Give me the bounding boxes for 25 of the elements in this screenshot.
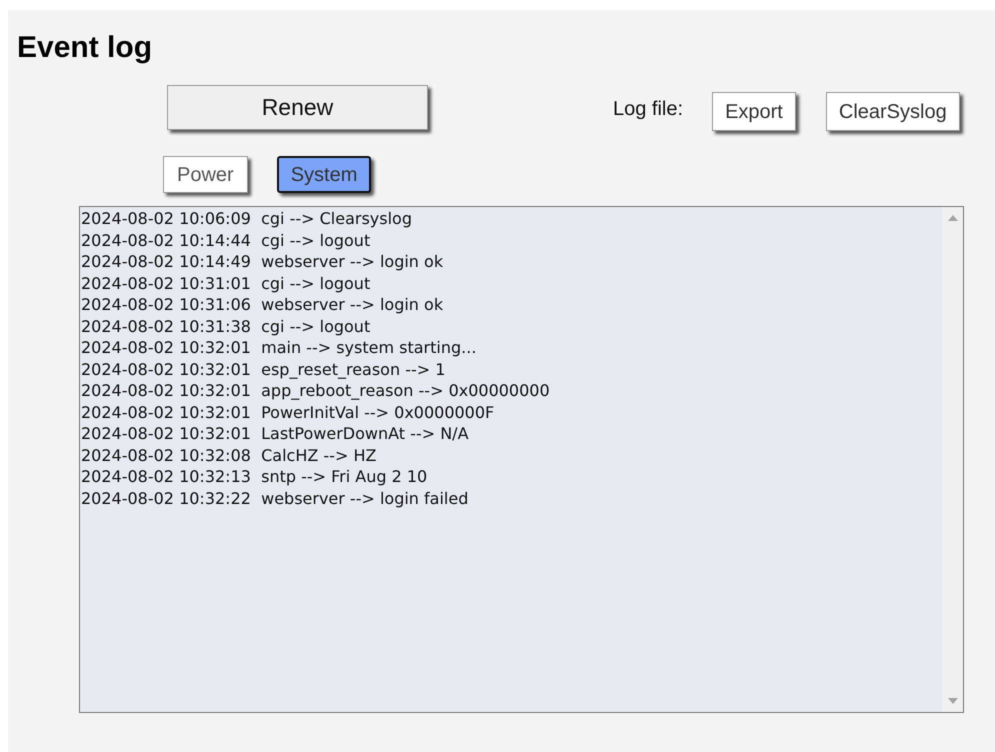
log-line: 2024-08-02 10:32:01 LastPowerDownAt --> N/A <box>81 423 469 444</box>
log-line: 2024-08-02 10:32:22 webserver --> login failed <box>81 488 468 509</box>
scrollbar[interactable] <box>942 207 963 712</box>
renew-button[interactable]: Renew <box>167 85 428 130</box>
log-line: 2024-08-02 10:14:44 cgi --> logout <box>81 230 370 251</box>
log-file-label: Log file: <box>613 96 684 122</box>
log-line: 2024-08-02 10:31:01 cgi --> logout <box>81 272 370 294</box>
log-line: 2024-08-02 10:14:49 webserver --> login ok <box>81 251 444 272</box>
log-line: 2024-08-02 10:32:01 main --> system starting... <box>81 337 476 358</box>
log-line: 2024-08-02 10:32:13 sntp --> Fri Aug 2 10 <box>81 466 428 488</box>
log-line: 2024-08-02 10:32:01 app_reboot_reason --> 0x00000000 <box>81 380 550 402</box>
log-line: 2024-08-02 10:32:01 PowerInitVal --> 0x0000000F <box>81 402 494 423</box>
page-title: Event log <box>17 30 152 66</box>
log-tab[interactable]: System <box>276 156 372 193</box>
scroll-down-icon[interactable] <box>948 698 958 704</box>
log-tab[interactable]: Power <box>163 156 248 193</box>
log-line: 2024-08-02 10:31:06 webserver --> login ok <box>81 294 444 316</box>
log-file-button[interactable]: Export <box>712 92 796 131</box>
log-line: 2024-08-02 10:32:08 CalcHZ --> HZ <box>81 444 376 466</box>
log-text-area[interactable] <box>79 206 964 713</box>
log-line: 2024-08-02 10:06:09 cgi --> Clearsyslog <box>81 208 412 230</box>
log-line: 2024-08-02 10:32:01 esp_reset_reason --> 1 <box>81 358 446 380</box>
log-file-button[interactable]: ClearSyslog <box>826 92 960 131</box>
log-line: 2024-08-02 10:31:38 cgi --> logout <box>81 316 370 337</box>
scroll-up-icon[interactable] <box>948 215 958 221</box>
